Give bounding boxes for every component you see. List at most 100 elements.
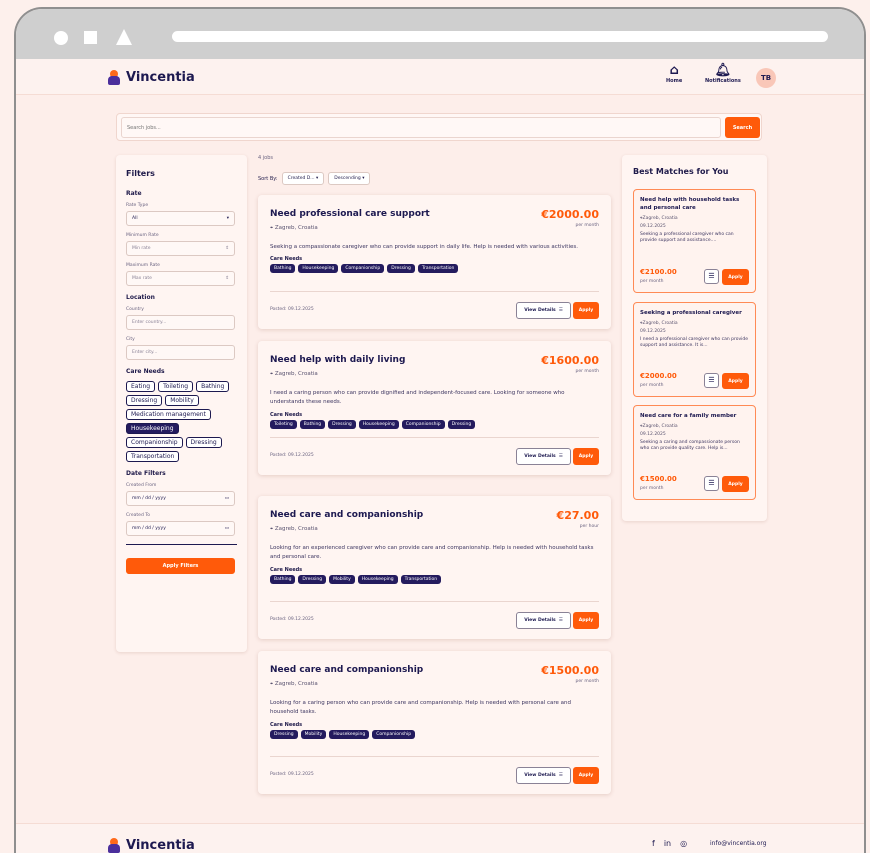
stepper-icon: ⇕: [225, 246, 229, 251]
care-need-chip[interactable]: Medication management: [126, 409, 211, 420]
divider: [270, 291, 599, 292]
sort-field-select[interactable]: Created D... ▾: [281, 172, 325, 185]
apply-button[interactable]: Apply: [573, 302, 599, 319]
app: Vincentia ⌂ Home 🔔︎ Notifications TB Sea…: [16, 59, 864, 853]
job-title[interactable]: Need help with daily living: [270, 355, 405, 365]
job-price-unit: per month: [575, 679, 599, 684]
care-need-chip[interactable]: Dressing: [126, 395, 163, 406]
care-need-chip[interactable]: Bathing: [196, 381, 230, 392]
search-bar: Search: [116, 113, 762, 141]
footer-email[interactable]: info@vincentia.org: [710, 840, 767, 847]
job-description: Looking for an experienced caregiver who…: [270, 545, 594, 560]
browser-chrome: [16, 9, 864, 59]
search-button[interactable]: Search: [725, 117, 760, 138]
triangle-icon: [116, 29, 132, 45]
city-label: City: [126, 337, 135, 342]
match-price-unit: per month: [640, 279, 664, 284]
brand-mark-icon: [108, 837, 123, 853]
care-need-chip[interactable]: Mobility: [165, 395, 199, 406]
country-input[interactable]: Enter country...: [126, 315, 235, 330]
care-needs-tags: Toileting Bathing Dressing Housekeeping Comp…: [270, 420, 476, 429]
job-card[interactable]: Need professional care support ⌖ Zagreb,…: [258, 195, 611, 329]
location-section-title: Location: [126, 294, 155, 301]
location-pin-icon: ⌖: [270, 371, 274, 377]
sort-row: Sort By: Created D... ▾ Descending ▾: [258, 172, 371, 185]
created-from-input[interactable]: mm / dd / yyyy ▭: [126, 491, 235, 506]
filters-panel: Filters Rate Rate Type All ▾ Minimum Rat…: [116, 155, 247, 652]
created-to-input[interactable]: mm / dd / yyyy ▭: [126, 521, 235, 536]
list-icon[interactable]: ☰: [704, 373, 719, 388]
care-need-chip[interactable]: Eating: [126, 381, 156, 392]
sort-order-select[interactable]: Descending ▾: [328, 172, 371, 185]
list-icon[interactable]: ☰: [704, 269, 719, 284]
match-card[interactable]: Need help with household tasks and perso…: [633, 189, 756, 293]
match-title[interactable]: Need care for a family member: [640, 412, 749, 420]
match-card[interactable]: Need care for a family member ⌖Zagreb, C…: [633, 405, 756, 500]
min-rate-input[interactable]: Min rate ⇕: [126, 241, 235, 256]
instagram-icon[interactable]: ◎: [680, 839, 687, 848]
footer-brand-name: Vincentia: [126, 837, 195, 853]
job-title[interactable]: Need care and companionship: [270, 665, 423, 675]
match-location-text: Zagreb, Croatia: [642, 216, 678, 221]
match-apply-button[interactable]: Apply: [722, 373, 749, 389]
match-title[interactable]: Need help with household tasks and perso…: [640, 196, 749, 212]
address-bar[interactable]: [172, 31, 828, 42]
city-input[interactable]: Enter city...: [126, 345, 235, 360]
view-details-button[interactable]: View Details ☰: [516, 302, 571, 319]
view-details-button[interactable]: View Details ☰: [516, 612, 571, 629]
location-pin-icon: ⌖: [270, 225, 274, 231]
job-card[interactable]: Need care and companionship ⌖ Zagreb, Cr…: [258, 651, 611, 794]
care-need-chip[interactable]: Housekeeping: [126, 423, 179, 434]
sort-label: Sort By:: [258, 175, 278, 182]
location-pin-icon: ⌖: [270, 526, 274, 532]
job-title[interactable]: Need professional care support: [270, 209, 430, 219]
match-apply-button[interactable]: Apply: [722, 269, 749, 285]
match-location: ⌖Zagreb, Croatia: [640, 215, 749, 221]
created-to-placeholder: mm / dd / yyyy: [132, 526, 166, 531]
care-need-tag: Mobility: [329, 575, 355, 584]
browser-frame: Vincentia ⌂ Home 🔔︎ Notifications TB Sea…: [14, 7, 866, 853]
linkedin-icon[interactable]: in: [664, 839, 671, 848]
avatar[interactable]: TB: [756, 68, 776, 88]
match-location-text: Zagreb, Croatia: [642, 424, 678, 429]
apply-filters-button[interactable]: Apply Filters: [126, 558, 235, 574]
search-input[interactable]: [121, 117, 721, 138]
care-needs-label: Care Needs: [270, 722, 303, 728]
care-need-chip[interactable]: Companionship: [126, 437, 183, 448]
apply-button[interactable]: Apply: [573, 767, 599, 784]
best-matches-panel: Best Matches for You Need help with hous…: [622, 155, 767, 521]
match-card[interactable]: Seeking a professional caregiver ⌖Zagreb…: [633, 302, 756, 397]
brand-logo[interactable]: Vincentia: [108, 69, 195, 85]
care-needs-chips: Eating Toileting Bathing Dressing Mobility Me…: [126, 381, 238, 462]
max-rate-label: Maximum Rate: [126, 263, 160, 268]
care-need-chip[interactable]: Dressing: [185, 437, 222, 448]
match-title[interactable]: Seeking a professional caregiver: [640, 309, 749, 317]
match-date: 09.12.2025: [640, 329, 666, 334]
apply-button[interactable]: Apply: [573, 448, 599, 465]
brand-mark-icon: [108, 69, 123, 85]
care-need-chip[interactable]: Toileting: [158, 381, 194, 392]
job-title[interactable]: Need care and companionship: [270, 510, 423, 520]
job-location-text: Zagreb, Croatia: [274, 225, 318, 231]
care-need-tag: Transportation: [400, 575, 442, 584]
rate-type-select[interactable]: All ▾: [126, 211, 235, 226]
footer-logo[interactable]: Vincentia: [108, 837, 195, 853]
job-card[interactable]: Need care and companionship ⌖ Zagreb, Cr…: [258, 496, 611, 639]
max-rate-input[interactable]: Max rate ⇕: [126, 271, 235, 286]
match-apply-button[interactable]: Apply: [722, 476, 749, 492]
view-details-button[interactable]: View Details ☰: [516, 767, 571, 784]
match-price-unit: per month: [640, 383, 664, 388]
home-icon: ⌂: [669, 63, 679, 78]
care-need-tag: Toileting: [270, 420, 297, 429]
nav-notifications[interactable]: 🔔︎ Notifications: [705, 64, 741, 84]
list-icon[interactable]: ☰: [704, 476, 719, 491]
job-card[interactable]: Need help with daily living ⌖ Zagreb, Cr…: [258, 341, 611, 475]
view-details-label: View Details: [524, 773, 556, 778]
nav-home[interactable]: ⌂ Home: [666, 64, 682, 84]
view-details-label: View Details: [524, 308, 556, 313]
apply-button[interactable]: Apply: [573, 612, 599, 629]
view-details-button[interactable]: View Details ☰: [516, 448, 571, 465]
care-need-chip[interactable]: Transportation: [126, 451, 180, 462]
list-icon: ☰: [558, 618, 563, 623]
facebook-icon[interactable]: f: [652, 839, 655, 848]
